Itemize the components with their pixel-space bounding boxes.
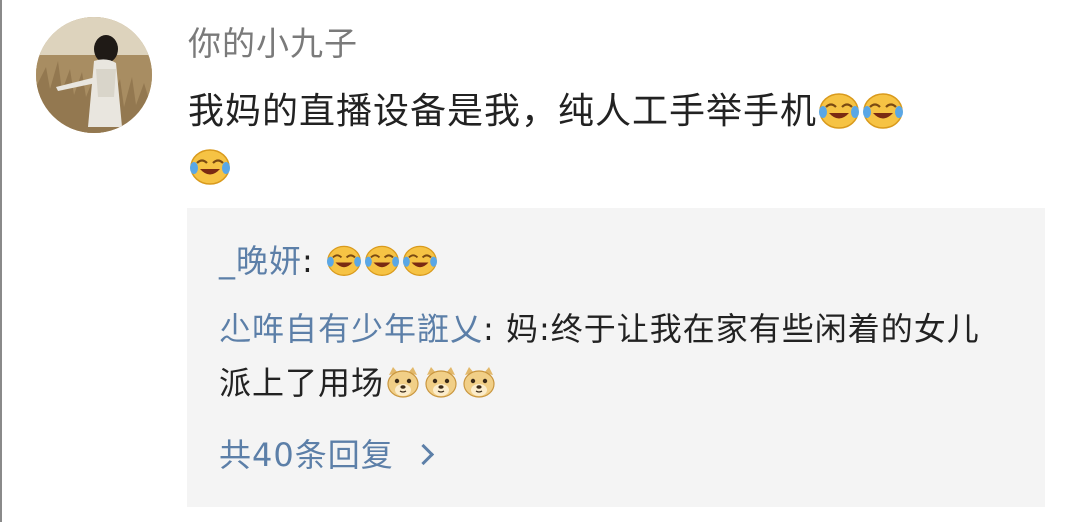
avatar-photo	[36, 17, 152, 133]
comment-username[interactable]: 你的小九子	[188, 22, 358, 66]
comment-body: 我妈的直播设备是我，纯人工手举手机	[188, 84, 1058, 196]
reply-author[interactable]: _晚妍	[219, 242, 302, 280]
comment-text: 我妈的直播设备是我，纯人工手举手机	[188, 91, 818, 132]
chevron-right-icon	[412, 443, 434, 465]
doge-icon	[422, 365, 460, 399]
doge-icon	[460, 365, 498, 399]
reply-item[interactable]: 尐哖自有少年誑乂: 妈:终于让我在家有些闲着的女儿派上了用场	[219, 302, 1009, 410]
laugh-cry-icon	[861, 90, 905, 130]
view-all-replies-link[interactable]: 共40条回复	[219, 428, 434, 482]
laugh-cry-icon	[325, 243, 363, 277]
doge-icon	[384, 365, 422, 399]
reply-separator: :	[302, 242, 325, 280]
window-edge	[0, 0, 2, 522]
reply-author[interactable]: 尐哖自有少年誑乂	[219, 310, 483, 348]
reply-preview-box[interactable]: _晚妍: 尐哖自有少年誑乂: 妈:终于让我在家有些闲着的女儿派上了用场 共40条…	[187, 208, 1045, 507]
laugh-cry-icon	[817, 90, 861, 130]
reply-item[interactable]: _晚妍:	[219, 234, 1009, 288]
laugh-cry-icon	[401, 243, 439, 277]
reply-separator: :	[483, 310, 506, 348]
laugh-cry-icon	[188, 146, 232, 186]
view-all-replies-label: 共40条回复	[219, 436, 394, 474]
avatar[interactable]	[36, 17, 152, 133]
laugh-cry-icon	[363, 243, 401, 277]
